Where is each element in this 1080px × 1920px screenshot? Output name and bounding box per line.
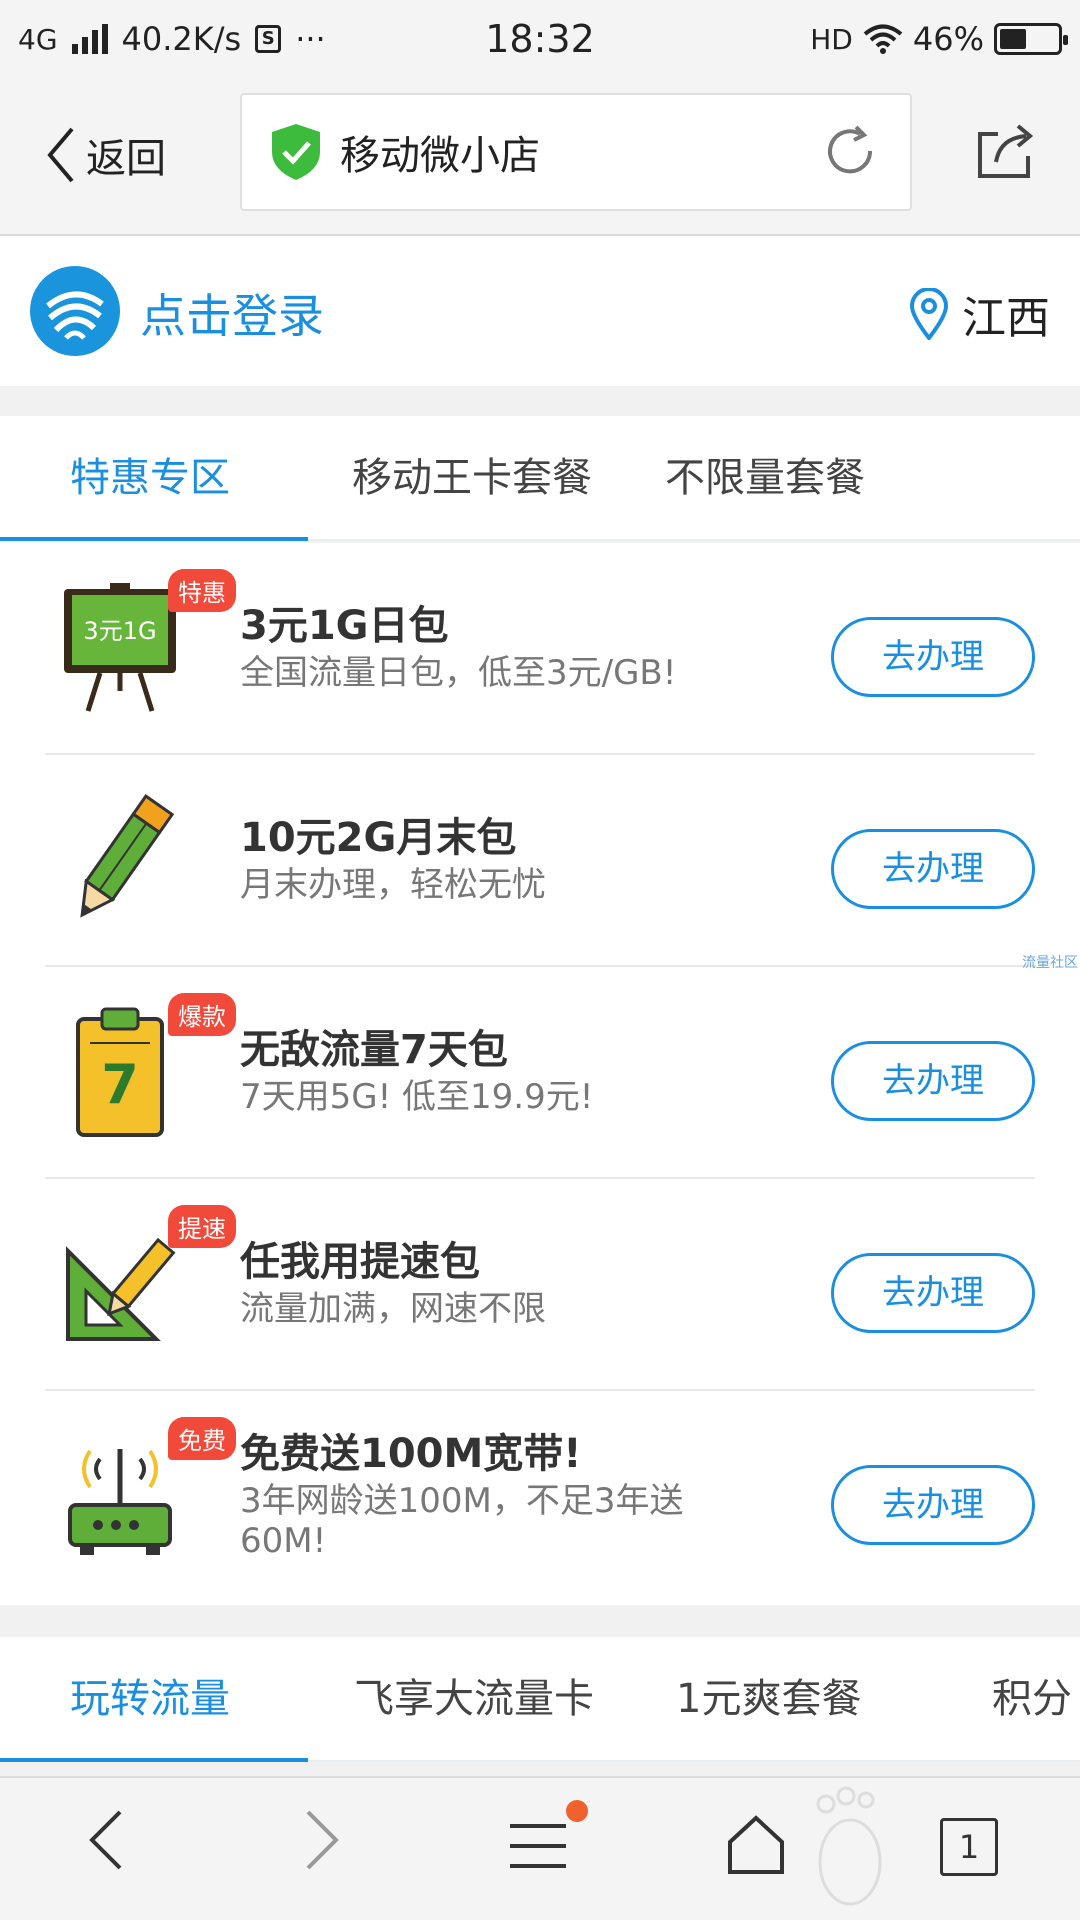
list-item: 3元1G 特惠 3元1G日包 全国流量日包，低至3元/GB! 去办理 xyxy=(0,543,1080,755)
product-list: 3元1G 特惠 3元1G日包 全国流量日包，低至3元/GB! 去办理 10元2G xyxy=(0,543,1080,1605)
list-item: 10元2G月末包 月末办理，轻松无忧 去办理 xyxy=(0,755,1080,967)
wifi-icon xyxy=(863,24,903,54)
product-name: 免费送100M宽带! xyxy=(240,1431,582,1477)
badge: 提速 xyxy=(168,1205,236,1248)
back-button[interactable]: 返回 xyxy=(46,126,166,184)
shield-check-icon xyxy=(272,124,320,180)
svg-text:7: 7 xyxy=(101,1053,139,1116)
promo-tabs: 特惠专区 移动王卡套餐 不限量套餐 xyxy=(0,416,1080,541)
hd-indicator: HD xyxy=(810,22,853,56)
tabs-icon[interactable]: 1 xyxy=(940,1818,998,1876)
share-icon[interactable] xyxy=(974,120,1036,180)
router-icon xyxy=(68,1449,172,1555)
network-speed: 40.2K/s xyxy=(121,20,242,58)
clock: 18:32 xyxy=(485,17,595,61)
clipboard-icon: 7 xyxy=(76,1007,164,1137)
active-tab-indicator xyxy=(0,537,308,541)
chalkboard-icon: 3元1G xyxy=(64,583,176,712)
product-desc: 流量加满，网速不限 xyxy=(240,1289,546,1329)
product-name: 10元2G月末包 xyxy=(240,815,517,861)
list-item: 提速 任我用提速包 流量加满，网速不限 去办理 xyxy=(0,1179,1080,1391)
svg-text:3元1G: 3元1G xyxy=(83,617,156,645)
tab-points[interactable]: 积分 xyxy=(992,1637,1072,1762)
product-desc: 3年网龄送100M，不足3年送60M! xyxy=(240,1481,684,1561)
apply-button[interactable]: 去办理 xyxy=(831,829,1035,909)
battery-percent: 46% xyxy=(912,20,984,58)
apply-button[interactable]: 去办理 xyxy=(831,617,1035,697)
tab-special-offers[interactable]: 特惠专区 xyxy=(70,416,230,541)
location-pin-icon xyxy=(910,288,948,340)
product-name: 无敌流量7天包 xyxy=(240,1027,508,1073)
chevron-left-icon xyxy=(47,127,74,183)
forward-icon[interactable] xyxy=(302,1808,342,1872)
location-label: 江西 xyxy=(962,293,1050,344)
plan-tabs: 玩转流量 飞享大流量卡 1元爽套餐 积分 xyxy=(0,1637,1080,1762)
badge: 爆款 xyxy=(168,993,236,1036)
back-icon[interactable] xyxy=(86,1808,126,1872)
product-desc: 7天用5G! 低至19.9元! xyxy=(240,1077,594,1117)
login-link[interactable]: 点击登录 xyxy=(140,280,324,346)
product-name: 任我用提速包 xyxy=(240,1239,480,1285)
china-mobile-logo xyxy=(30,266,120,356)
signal-icon xyxy=(71,24,108,54)
menu-icon[interactable] xyxy=(508,1822,568,1872)
list-item: 免费 免费送100M宽带! 3年网龄送100M，不足3年送60M! 去办理 xyxy=(0,1391,1080,1603)
reload-icon[interactable] xyxy=(820,121,880,181)
tab-king-card[interactable]: 移动王卡套餐 xyxy=(352,416,592,541)
notification-dot xyxy=(566,1800,588,1822)
tab-unlimited[interactable]: 不限量套餐 xyxy=(665,416,865,541)
home-icon[interactable] xyxy=(726,1814,786,1876)
page-title: 移动微小店 xyxy=(340,133,540,179)
product-desc: 全国流量日包，低至3元/GB! xyxy=(240,653,677,693)
badge: 免费 xyxy=(168,1417,236,1460)
watermark: 流量社区 xyxy=(1022,955,1078,971)
list-item: 7 爆款 无敌流量7天包 7天用5G! 低至19.9元! 去办理 xyxy=(0,967,1080,1179)
badge: 特惠 xyxy=(168,569,236,612)
address-bar[interactable]: 移动微小店 xyxy=(240,93,912,211)
apply-button[interactable]: 去办理 xyxy=(831,1465,1035,1545)
page: 4G 40.2K/s S ··· 18:32 HD 46% 返回 移动微小店 点… xyxy=(0,0,1080,1920)
status-bar: 4G 40.2K/s S ··· 18:32 HD 46% xyxy=(0,0,1080,78)
tab-data-fun[interactable]: 玩转流量 xyxy=(70,1637,230,1762)
pencil-icon xyxy=(80,794,175,918)
browser-toolbar: 返回 移动微小店 xyxy=(0,78,1080,236)
browser-bottom-bar: 1 xyxy=(0,1776,1080,1920)
tab-one-yuan-plan[interactable]: 1元爽套餐 xyxy=(676,1637,861,1762)
ruler-triangle-icon xyxy=(66,1237,176,1341)
active-tab-indicator xyxy=(0,1758,308,1762)
tab-big-data-card[interactable]: 飞享大流量卡 xyxy=(354,1637,594,1762)
more-notifications: ··· xyxy=(295,20,326,58)
back-label: 返回 xyxy=(86,136,166,182)
location-selector[interactable]: 江西 xyxy=(910,282,1050,346)
product-desc: 月末办理，轻松无忧 xyxy=(240,865,546,905)
apply-button[interactable]: 去办理 xyxy=(831,1253,1035,1333)
footprint-watermark-icon xyxy=(816,1786,882,1906)
apply-button[interactable]: 去办理 xyxy=(831,1041,1035,1121)
s-notification-icon: S xyxy=(255,25,282,53)
network-type: 4G xyxy=(18,22,58,56)
battery-icon xyxy=(994,23,1068,55)
product-name: 3元1G日包 xyxy=(240,603,449,649)
login-header: 点击登录 江西 xyxy=(0,236,1080,386)
